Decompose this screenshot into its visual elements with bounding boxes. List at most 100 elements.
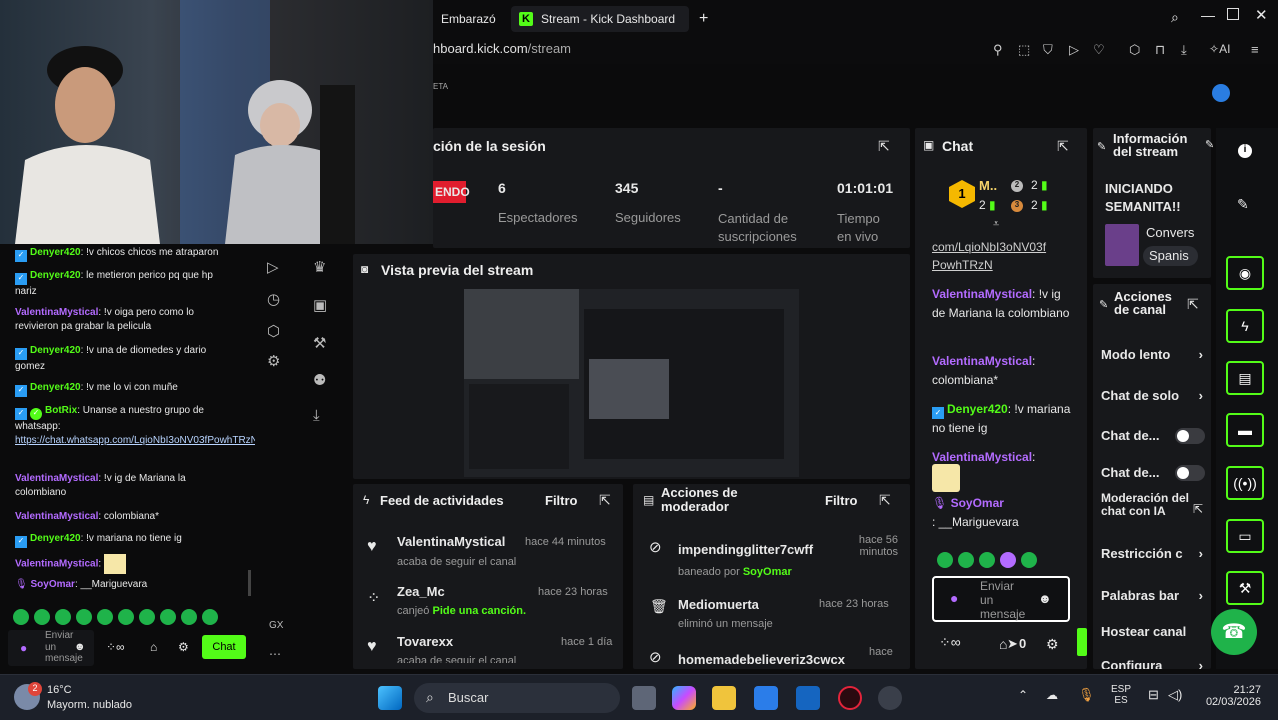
settings-icon[interactable]: ⚙ [1046,636,1059,653]
expand-icon[interactable]: ⇱ [878,138,890,155]
play-icon[interactable]: ▷ [267,258,279,276]
task-view-icon[interactable] [632,686,656,710]
preview-video[interactable] [464,289,799,477]
obs-icon[interactable] [878,686,902,710]
opera-gx-icon[interactable] [838,686,862,710]
top-user[interactable]: M.. [979,178,997,193]
url-text[interactable]: hboard.kick.com/stream [433,41,571,56]
chat-bubble-button[interactable]: ▬ [1226,413,1264,447]
activity-user[interactable]: ValentinaMystical [397,534,505,549]
mod-filter-button[interactable]: Filtro [825,493,858,508]
outlook-icon[interactable] [796,686,820,710]
points-icon[interactable]: ⁘∞ [939,634,961,651]
address-bar[interactable]: hboard.kick.com/stream ⚲ ⬚ ⛉ ▷ ♡ ⬡ ⊓ ⤓ ✧… [433,36,1278,64]
action-ai-moderation[interactable]: Moderación del chat con IA [1101,492,1189,517]
support-chat-button[interactable]: ☎ [1211,609,1257,655]
close-icon[interactable]: ✕ [1255,6,1268,24]
store-icon[interactable] [754,686,778,710]
chat-send-button[interactable]: Chat [202,635,246,659]
new-tab-button[interactable]: + [691,6,716,32]
search-icon[interactable]: ⌕ [1171,9,1179,26]
video-icon[interactable]: ▣ [313,296,327,314]
clock-icon[interactable]: ◷ [267,290,280,308]
microphone-icon[interactable]: 🎙 [1078,687,1095,703]
left-chat-link[interactable]: https://chat.whatsapp.com/LqioNbI3oNV03f… [15,434,258,448]
send-button[interactable] [1077,628,1087,656]
heart-icon[interactable]: ♡ [1093,42,1105,58]
emote-row[interactable] [13,609,223,630]
emoji-icon[interactable]: ☻ [74,640,86,655]
download-icon[interactable]: ⤓ [1181,42,1187,58]
info-icon[interactable]: i [1238,144,1252,158]
network-icon[interactable]: ⊟ [1148,687,1159,703]
collapse-icon[interactable]: ⩡ [993,218,999,231]
windows-start-icon[interactable] [378,686,402,710]
action-solo-chat[interactable]: Chat de solo › [1101,388,1209,403]
cloud-icon[interactable]: ☁ [1046,688,1058,702]
expand-icon[interactable]: ⇱ [1187,296,1199,313]
clock[interactable]: 21:27 02/03/2026 [1203,684,1261,708]
mic-icon[interactable]: ● [950,590,958,606]
extensions-icon[interactable]: ⬡ [1129,42,1140,58]
puzzle-icon[interactable]: ⬡ [267,322,280,340]
mod-action-user[interactable]: Mediomuerta [678,597,759,612]
pin-icon[interactable]: ⚲ [993,42,1003,58]
taskbar-search[interactable]: ⌕ Buscar [414,683,620,713]
users-icon[interactable]: ⚉ [313,371,326,389]
expand-icon[interactable]: ⇱ [879,492,891,509]
monitor-button[interactable]: ▭ [1226,519,1264,553]
copilot-icon[interactable] [672,686,696,710]
chat-message-link[interactable]: com/LqioNbI3oNV03f PowhTRzN [932,238,1072,274]
camera-button[interactable]: ◉ [1226,256,1264,290]
lock-icon[interactable]: ⊓ [1155,42,1165,58]
activity-user[interactable]: Tovarexx [397,634,453,649]
ai-button[interactable]: ✧AI [1209,42,1230,56]
activity-user[interactable]: Zea_Mc [397,584,445,599]
edit-icon[interactable]: ✎ [1205,138,1214,151]
menu-icon[interactable]: ≡ [1251,42,1259,57]
mic-icon[interactable]: ● [20,640,27,656]
points-icon[interactable]: ⁘∞ [106,639,125,655]
wrench-button[interactable]: ⚒ [1226,571,1264,605]
volume-icon[interactable]: ◁) [1168,687,1182,703]
wrench-icon[interactable]: ⚒ [313,334,326,352]
screenshot-icon[interactable]: ⬚ [1018,42,1030,58]
action-host-channel[interactable]: Hostear canal [1101,624,1209,639]
shield-icon[interactable]: ⛉ [1043,42,1053,58]
tab-embarazo[interactable]: Embarazó [433,6,504,32]
toggle-switch[interactable] [1175,465,1205,481]
lightning-button[interactable]: ϟ [1226,309,1264,343]
action-chat-toggle-1[interactable]: Chat de... [1101,428,1209,444]
action-config[interactable]: Configura › [1101,658,1209,669]
chevron-up-icon[interactable]: ⌃ [1018,688,1028,702]
trophy-icon[interactable]: ♛ [313,258,326,276]
language-indicator[interactable]: ESP ES [1111,684,1131,706]
external-link-icon[interactable]: ⇱ [1193,502,1203,516]
action-slow-mode[interactable]: Modo lento › [1101,347,1209,362]
minimize-icon[interactable]: — [1201,7,1215,23]
action-chat-toggle-2[interactable]: Chat de... [1101,465,1209,481]
broadcast-button[interactable]: ((•)) [1226,466,1264,500]
toggle-switch[interactable] [1175,428,1205,444]
maximize-icon[interactable] [1227,8,1239,20]
action-restriction[interactable]: Restricción c › [1101,546,1209,561]
tab-kick-dashboard[interactable]: K Stream - Kick Dashboard [511,6,689,32]
activity-filter-button[interactable]: Filtro [545,493,578,508]
gear-icon[interactable]: ⚙ [267,352,280,370]
more-icon[interactable]: ⋯ [269,647,281,661]
mod-action-user[interactable]: impendingglitter7cwff [678,542,813,557]
emoji-icon[interactable]: ☻ [1038,591,1052,606]
profile-avatar[interactable] [1212,84,1230,102]
file-explorer-icon[interactable] [712,686,736,710]
left-chat-input[interactable]: ● Enviar un mensaje ☻ [8,630,94,666]
expand-icon[interactable]: ⇱ [1057,138,1069,155]
store-icon[interactable]: ⌂ [150,639,157,655]
chat-input[interactable]: ● Enviar un mensaje ☻ [932,576,1070,622]
edit-icon[interactable]: ✎ [1237,196,1249,213]
expand-icon[interactable]: ⇱ [599,492,611,509]
store-icon[interactable]: ⌂ [999,636,1007,652]
emote-row[interactable] [937,552,1042,573]
action-banned-words[interactable]: Palabras bar › [1101,588,1209,603]
mod-action-user[interactable]: homemadebelieveriz3cwcx [678,652,845,664]
settings-icon[interactable]: ⚙ [178,639,189,655]
